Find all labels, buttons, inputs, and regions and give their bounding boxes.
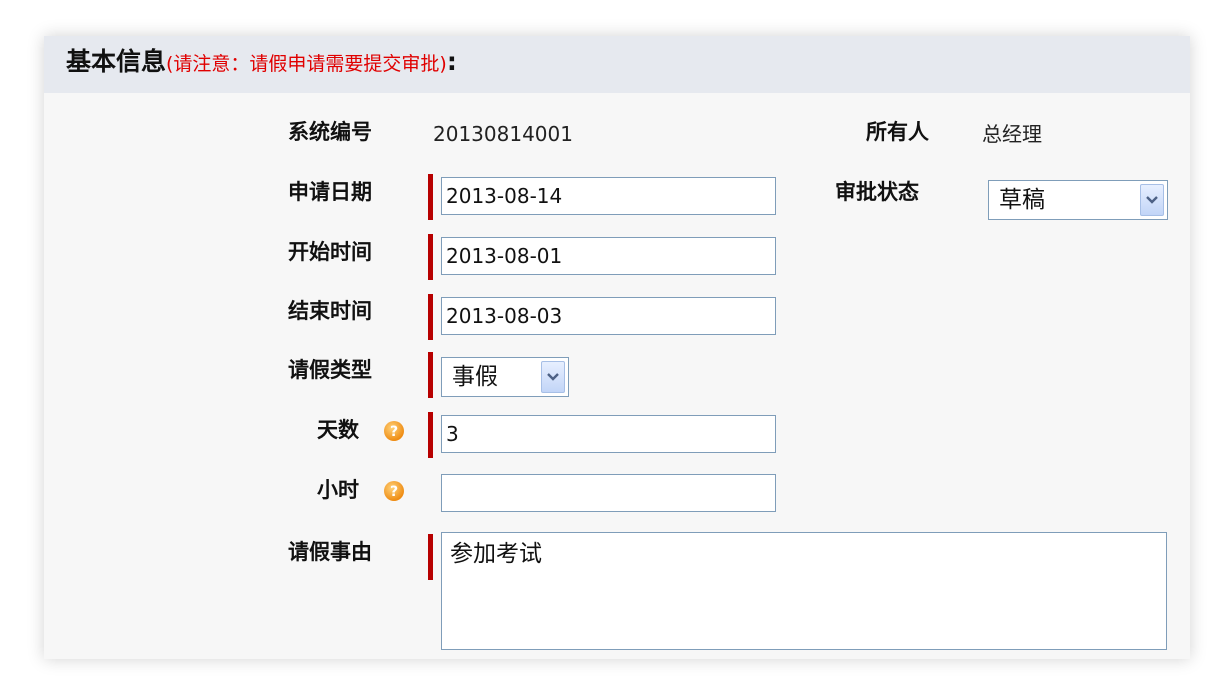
svg-text:?: ? [390,424,398,440]
leave-type-select[interactable]: 事假 [441,357,569,397]
hours-help-icon[interactable]: ? [383,480,405,502]
leave-type-dropdown-button[interactable] [541,361,565,393]
svg-text:?: ? [390,484,398,500]
approval-status-selected: 草稿 [999,187,1045,213]
hours-label: 小时 [317,478,359,502]
days-label: 天数 [317,418,359,442]
leave-type-label: 请假类型 [288,358,372,382]
leave-type-selected: 事假 [452,364,498,390]
days-input[interactable]: 3 [441,415,776,453]
approval-status-select[interactable]: 草稿 [988,180,1168,220]
section-header: 基本信息(请注意：请假申请需要提交审批): [44,36,1190,93]
section-colon: : [446,47,457,76]
chevron-down-icon [1146,196,1158,204]
leave-type-required-marker [428,352,433,398]
end-time-required-marker [428,294,433,340]
days-help-icon[interactable]: ? [383,420,405,442]
apply-date-label: 申请日期 [288,180,372,204]
start-time-input[interactable]: 2013-08-01 [441,237,776,275]
system-no-value: 20130814001 [433,122,573,146]
approval-status-dropdown-button[interactable] [1140,184,1164,216]
section-note: (请注意：请假申请需要提交审批) [166,53,447,75]
reason-textarea[interactable]: 参加考试 [441,532,1167,650]
apply-date-required-marker [428,174,433,220]
end-time-label: 结束时间 [288,299,372,323]
start-time-label: 开始时间 [288,240,372,264]
section-title-text: 基本信息 [66,47,167,76]
days-required-marker [428,412,433,458]
owner-value: 总经理 [982,122,1042,146]
system-no-label: 系统编号 [288,120,372,144]
approval-status-label: 审批状态 [835,180,919,204]
reason-required-marker [428,534,433,580]
start-time-required-marker [428,234,433,280]
section-title: 基本信息(请注意：请假申请需要提交审批): [66,46,457,80]
apply-date-input[interactable]: 2013-08-14 [441,177,776,215]
end-time-input[interactable]: 2013-08-03 [441,297,776,335]
reason-label: 请假事由 [288,540,372,564]
chevron-down-icon [547,373,559,381]
owner-label: 所有人 [866,120,929,144]
hours-input[interactable] [441,474,776,512]
